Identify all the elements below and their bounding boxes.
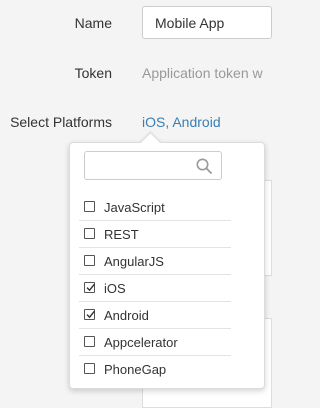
platform-option[interactable]: REST <box>79 221 231 248</box>
platform-option[interactable]: Android <box>79 302 231 329</box>
platform-option[interactable]: JavaScript <box>79 194 231 221</box>
checkmark-icon <box>86 310 95 319</box>
platform-option-label: Appcelerator <box>104 335 178 350</box>
platform-checkbox[interactable] <box>84 363 95 374</box>
checkmark-icon <box>86 283 95 292</box>
token-label: Token <box>74 65 112 81</box>
platform-checkbox[interactable] <box>84 201 95 212</box>
token-value: Application token w <box>142 65 263 81</box>
platform-option[interactable]: Appcelerator <box>79 329 231 356</box>
platform-option-label: iOS <box>104 281 126 296</box>
platform-option-label: Android <box>104 308 149 323</box>
platform-checkbox[interactable] <box>84 282 95 293</box>
platform-option[interactable]: AngularJS <box>79 248 231 275</box>
platform-option-label: AngularJS <box>104 254 164 269</box>
platform-checkbox[interactable] <box>84 228 95 239</box>
platform-option[interactable]: iOS <box>79 275 231 302</box>
platform-checkbox[interactable] <box>84 255 95 266</box>
select-platforms-link[interactable]: iOS, Android <box>142 114 221 130</box>
name-input[interactable] <box>142 6 272 39</box>
search-icon[interactable] <box>195 157 213 175</box>
platform-option-label: JavaScript <box>104 200 165 215</box>
platform-option-label: PhoneGap <box>104 362 167 377</box>
select-platforms-label: Select Platforms <box>10 114 112 130</box>
platform-checkbox[interactable] <box>84 309 95 320</box>
platform-option[interactable]: PhoneGap <box>79 356 231 383</box>
name-label: Name <box>74 15 112 31</box>
platform-checkbox[interactable] <box>84 336 95 347</box>
platform-option-label: REST <box>104 227 139 242</box>
